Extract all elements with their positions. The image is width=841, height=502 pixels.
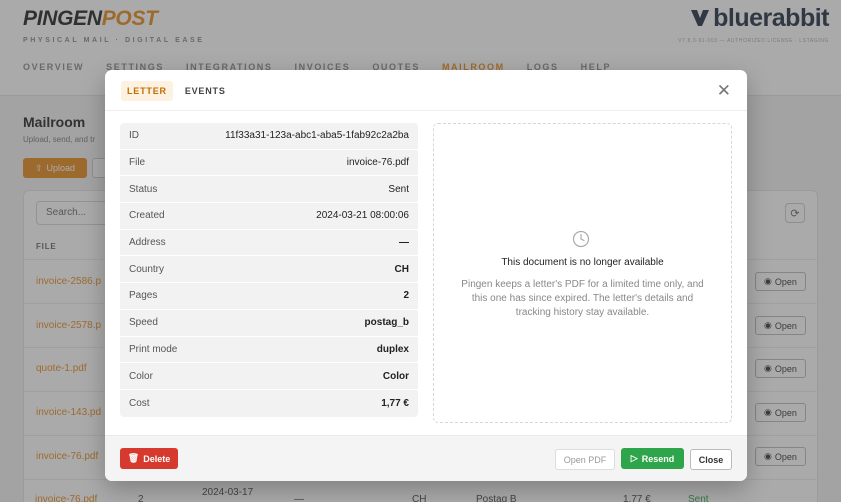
detail-row-file: File invoice-76.pdf (120, 150, 418, 177)
detail-value: Color (382, 370, 409, 382)
delete-label: Delete (143, 453, 171, 464)
clock-icon (572, 230, 590, 248)
detail-row-status: Status Sent (120, 176, 418, 204)
detail-value: 2024-03-21 08:00:06 (316, 210, 409, 222)
detail-label: File (129, 157, 146, 169)
detail-row-print-mode: Print mode duplex (120, 337, 418, 364)
detail-value: 2 (403, 290, 409, 302)
detail-value: Sent (388, 183, 409, 195)
detail-row-address: Address — (120, 230, 418, 257)
tab-events[interactable]: EVENTS (179, 81, 232, 101)
detail-label: Cost (129, 397, 150, 409)
preview-message: Pingen keeps a letter's PDF for a limite… (461, 279, 704, 318)
header-divider (105, 110, 747, 111)
detail-value: — (399, 237, 409, 249)
detail-value: invoice-76.pdf (346, 157, 409, 169)
detail-label: Country (129, 263, 165, 275)
close-button[interactable]: Close (690, 449, 732, 470)
detail-row-id: ID 11f33a31-123a-abc1-aba5-1fab92c2a2ba (120, 123, 418, 150)
resend-label: Resend (641, 453, 675, 464)
resend-button[interactable]: ▷ Resend (621, 448, 684, 469)
detail-label: Address (129, 237, 166, 249)
detail-label: Color (129, 370, 153, 382)
detail-value: 1,77 € (381, 397, 409, 409)
detail-label: Created (129, 210, 165, 222)
open-pdf-button[interactable]: Open PDF (555, 449, 615, 470)
preview-title: This document is no longer available (501, 257, 664, 268)
modal-tabs: LETTER EVENTS (121, 81, 232, 101)
close-icon[interactable]: ✕ (717, 82, 731, 99)
letter-details-list: ID 11f33a31-123a-abc1-aba5-1fab92c2a2ba F… (120, 123, 418, 417)
detail-label: Print mode (129, 343, 178, 355)
delete-button[interactable]: 🗑 Delete (120, 448, 178, 469)
detail-label: Status (129, 183, 158, 195)
close-label: Close (698, 454, 724, 465)
detail-label: Pages (129, 290, 158, 302)
detail-row-created: Created 2024-03-21 08:00:06 (120, 203, 418, 230)
pdf-preview-panel: This document is no longer available Pin… (433, 123, 732, 423)
trash-icon: 🗑 (127, 453, 140, 463)
detail-value: 11f33a31-123a-abc1-aba5-1fab92c2a2ba (225, 130, 409, 142)
send-icon: ▷ (630, 453, 638, 463)
open-pdf-label: Open PDF (563, 454, 607, 465)
detail-label: Speed (129, 317, 158, 329)
tab-letter[interactable]: LETTER (121, 81, 173, 101)
detail-row-country: Country CH (120, 256, 418, 284)
detail-label: ID (129, 130, 139, 142)
detail-row-pages: Pages 2 (120, 283, 418, 310)
detail-row-speed: Speed postag_b (120, 310, 418, 337)
detail-value: duplex (376, 343, 409, 355)
detail-row-cost: Cost 1,77 € (120, 390, 418, 417)
detail-value: CH (394, 263, 409, 275)
detail-row-color: Color Color (120, 363, 418, 390)
modal-footer: 🗑 Delete Open PDF ▷ Resend Close (105, 435, 747, 481)
letter-detail-modal: LETTER EVENTS ✕ ID 11f33a31-123a-abc1-aba… (105, 70, 747, 481)
detail-value: postag_b (364, 317, 409, 329)
